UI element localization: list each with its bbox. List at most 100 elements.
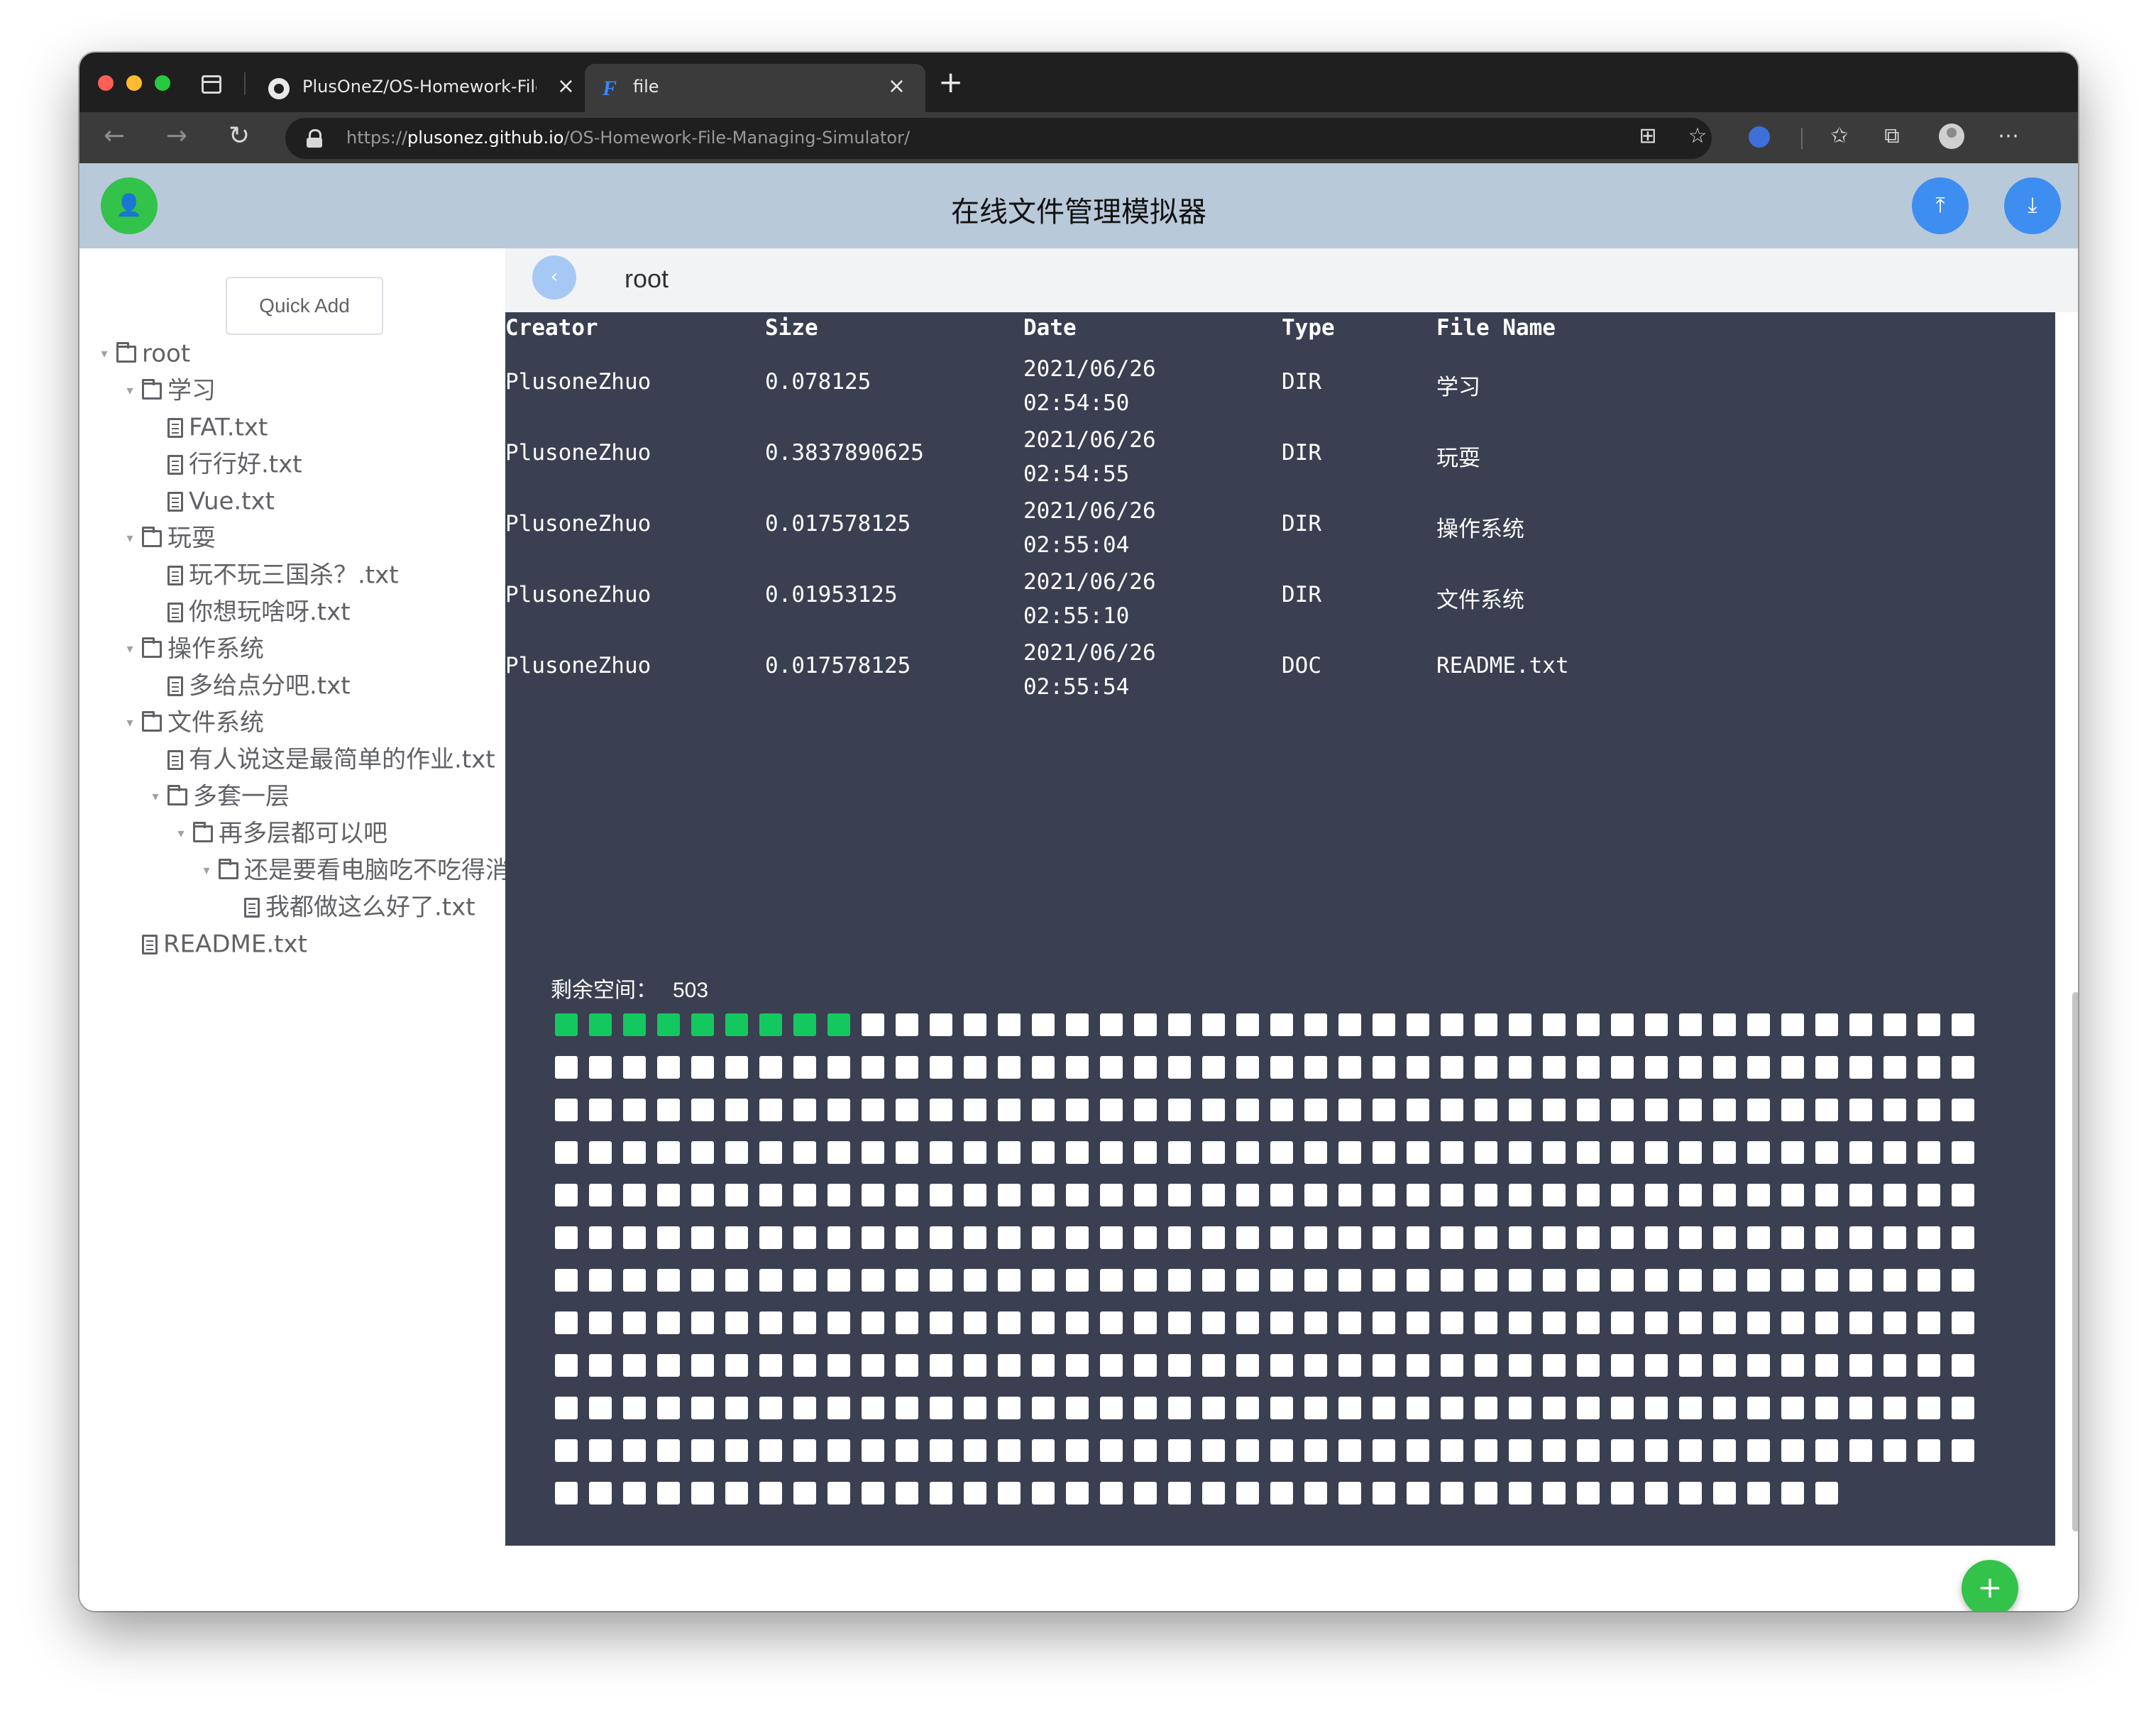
tab-file[interactable]: F file × (585, 64, 925, 112)
free-disk-block (1883, 1184, 1906, 1206)
free-disk-block (1781, 1056, 1804, 1079)
free-disk-block (1338, 1482, 1361, 1505)
free-disk-block (1475, 1311, 1497, 1334)
close-tab-icon[interactable]: × (557, 74, 575, 99)
free-disk-block (1270, 1439, 1293, 1462)
free-disk-block (1747, 1184, 1770, 1206)
tree-folder-node[interactable]: ▾ 还是要看电脑吃不吃得消 (199, 852, 505, 887)
close-window-button[interactable] (98, 75, 114, 91)
reload-icon[interactable]: ↻ (229, 121, 250, 152)
download-button[interactable]: ⤓ (2004, 177, 2061, 234)
free-disk-block (1713, 1184, 1736, 1206)
free-disk-block (1168, 1354, 1191, 1377)
tree-file-node[interactable]: 玩不玩三国杀？.txt (148, 556, 399, 592)
time-value: 02:54:50 (1023, 390, 1130, 416)
free-disk-block (896, 1056, 918, 1079)
tree-folder-node[interactable]: ▾ 文件系统 (122, 704, 264, 739)
tree-folder-node[interactable]: ▾ 玩耍 (122, 519, 216, 555)
expand-caret-icon[interactable]: ▾ (122, 632, 138, 667)
free-disk-block (1338, 1269, 1361, 1292)
tree-folder-node[interactable]: ▾ 再多层都可以吧 (173, 815, 387, 850)
profile-avatar[interactable] (1939, 123, 1964, 149)
close-tab-icon[interactable]: × (888, 74, 906, 99)
tree-folder-node[interactable]: ▾ 操作系统 (122, 630, 264, 666)
free-disk-block (1032, 1354, 1055, 1377)
tree-folder-node[interactable]: ▾ 学习 (122, 372, 216, 407)
table-row[interactable]: PlusoneZhuo 0.01953125 2021/06/26 02:55:10 D… (505, 561, 2055, 632)
extension-icon[interactable] (1749, 126, 1770, 148)
address-bar[interactable]: https://plusonez.github.io/OS-Homework-F… (285, 118, 1712, 159)
tree-node-label: 还是要看电脑吃不吃得消 (244, 856, 505, 885)
free-disk-block (964, 1397, 986, 1419)
tree-file-node[interactable]: Vue.txt (148, 483, 275, 518)
free-disk-block (964, 1269, 986, 1292)
free-disk-block (555, 1439, 578, 1462)
free-disk-block (1168, 1482, 1191, 1505)
add-button[interactable]: + (1962, 1560, 2018, 1611)
table-row[interactable]: PlusoneZhuo 0.017578125 2021/06/26 02:55:04… (505, 490, 2055, 561)
free-disk-block (1236, 1141, 1259, 1164)
tree-file-node[interactable]: 有人说这是最简单的作业.txt (148, 741, 495, 776)
table-row[interactable]: PlusoneZhuo 0.017578125 2021/06/26 02:55:54… (505, 632, 2055, 703)
free-disk-block (1202, 1397, 1225, 1419)
free-disk-block (759, 1397, 782, 1419)
tree-node-label: 再多层都可以吧 (219, 819, 387, 848)
free-disk-block (589, 1354, 612, 1377)
back-arrow-icon[interactable]: ← (104, 121, 125, 152)
expand-caret-icon[interactable]: ▾ (122, 521, 138, 556)
free-disk-block (1679, 1269, 1702, 1292)
back-button[interactable]: ‹ (532, 255, 576, 299)
favorites-icon[interactable]: ✩ (1827, 123, 1852, 149)
table-row[interactable]: PlusoneZhuo 0.078125 2021/06/26 02:54:50 DIR… (505, 348, 2055, 419)
tab-actions-icon[interactable] (202, 75, 221, 94)
free-disk-block (1577, 1269, 1600, 1292)
expand-caret-icon[interactable]: ▾ (122, 705, 138, 741)
expand-caret-icon[interactable]: ▾ (122, 373, 138, 409)
expand-caret-icon[interactable]: ▾ (97, 336, 112, 372)
free-disk-block (793, 1184, 816, 1206)
forward-arrow-icon[interactable]: → (166, 121, 187, 152)
cell-type: DIR (1282, 511, 1321, 537)
add-favorite-icon[interactable]: ☆ (1685, 123, 1710, 149)
tree-file-node[interactable]: 行行好.txt (148, 446, 302, 481)
upload-button[interactable]: ⤒ (1912, 177, 1969, 234)
cell-file-name: 操作系统 (1436, 517, 1524, 542)
free-disk-block (1304, 1099, 1327, 1121)
free-disk-block (1679, 1311, 1702, 1334)
free-disk-block (759, 1311, 782, 1334)
minimize-window-button[interactable] (126, 75, 142, 91)
free-disk-block (998, 1439, 1021, 1462)
free-disk-block (1509, 1269, 1531, 1292)
tree-file-node[interactable]: FAT.txt (148, 409, 268, 444)
tree-folder-node[interactable]: ▾ 多套一层 (148, 778, 290, 813)
tab-github[interactable]: PlusOneZ/OS-Homework-File-Managing-Simul… (254, 64, 595, 112)
free-disk-block (1270, 1226, 1293, 1249)
maximize-window-button[interactable] (155, 75, 170, 91)
expand-caret-icon[interactable]: ▾ (173, 816, 189, 852)
free-disk-block (930, 1141, 952, 1164)
free-disk-block (862, 1397, 884, 1419)
new-tab-button[interactable]: + (938, 67, 963, 98)
tree-file-node[interactable]: 我都做这么好了.txt (224, 889, 475, 924)
free-disk-block (1202, 1439, 1225, 1462)
tab-title: file (633, 77, 659, 97)
expand-caret-icon[interactable]: ▾ (148, 779, 163, 815)
apps-grid-icon[interactable]: ⊞ (1635, 123, 1661, 149)
table-row[interactable]: PlusoneZhuo 0.3837890625 2021/06/26 02:54:5… (505, 419, 2055, 490)
url-text[interactable]: https://plusonez.github.io/OS-Homework-F… (346, 128, 910, 148)
quick-add-button[interactable]: Quick Add (226, 277, 383, 335)
collections-icon[interactable]: ⧉ (1879, 123, 1905, 149)
tree-folder-node[interactable]: ▾ root (97, 335, 190, 370)
tree-file-node[interactable]: 你想玩啥呀.txt (148, 593, 351, 629)
free-disk-block (1543, 1226, 1566, 1249)
free-disk-block (862, 1141, 884, 1164)
tree-file-node[interactable]: 多给点分吧.txt (148, 667, 351, 703)
tree-file-node[interactable]: README.txt (122, 925, 307, 961)
expand-caret-icon[interactable]: ▾ (199, 853, 214, 889)
more-menu-icon[interactable]: ⋯ (1996, 123, 2021, 149)
vertical-scrollbar[interactable] (2072, 992, 2078, 1531)
tree-node-label: 多套一层 (193, 782, 290, 811)
free-disk-block (862, 1056, 884, 1079)
free-disk-block (589, 1482, 612, 1505)
free-disk-block (657, 1184, 680, 1206)
